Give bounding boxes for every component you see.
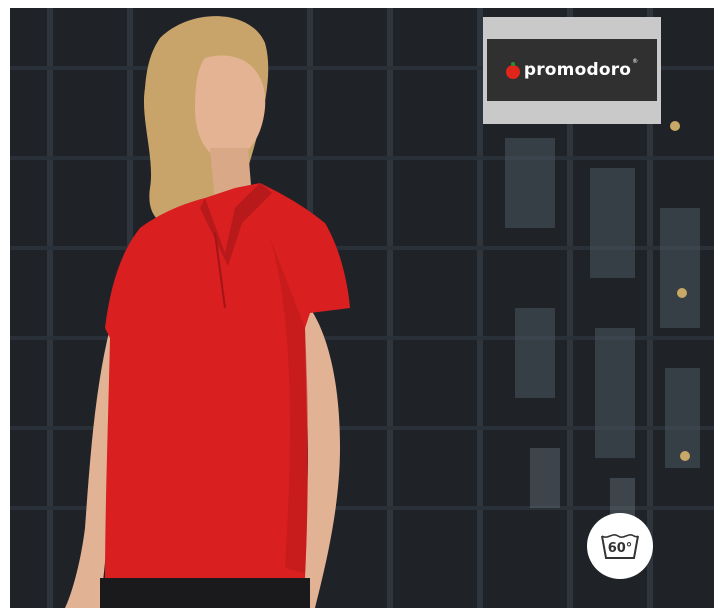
wash-temperature: 60° [607,541,633,556]
brand-name: promodoro [523,60,632,80]
registered-mark: ® [632,57,639,65]
brand-logo: promodoro ® [487,39,657,101]
wash-60-icon: 60° [600,532,640,560]
tomato-icon [505,62,520,79]
brand-logo-card: promodoro ® [483,17,661,124]
product-image-frame: promodoro ® 60° [0,0,724,609]
care-label-badge: 60° [587,513,653,579]
